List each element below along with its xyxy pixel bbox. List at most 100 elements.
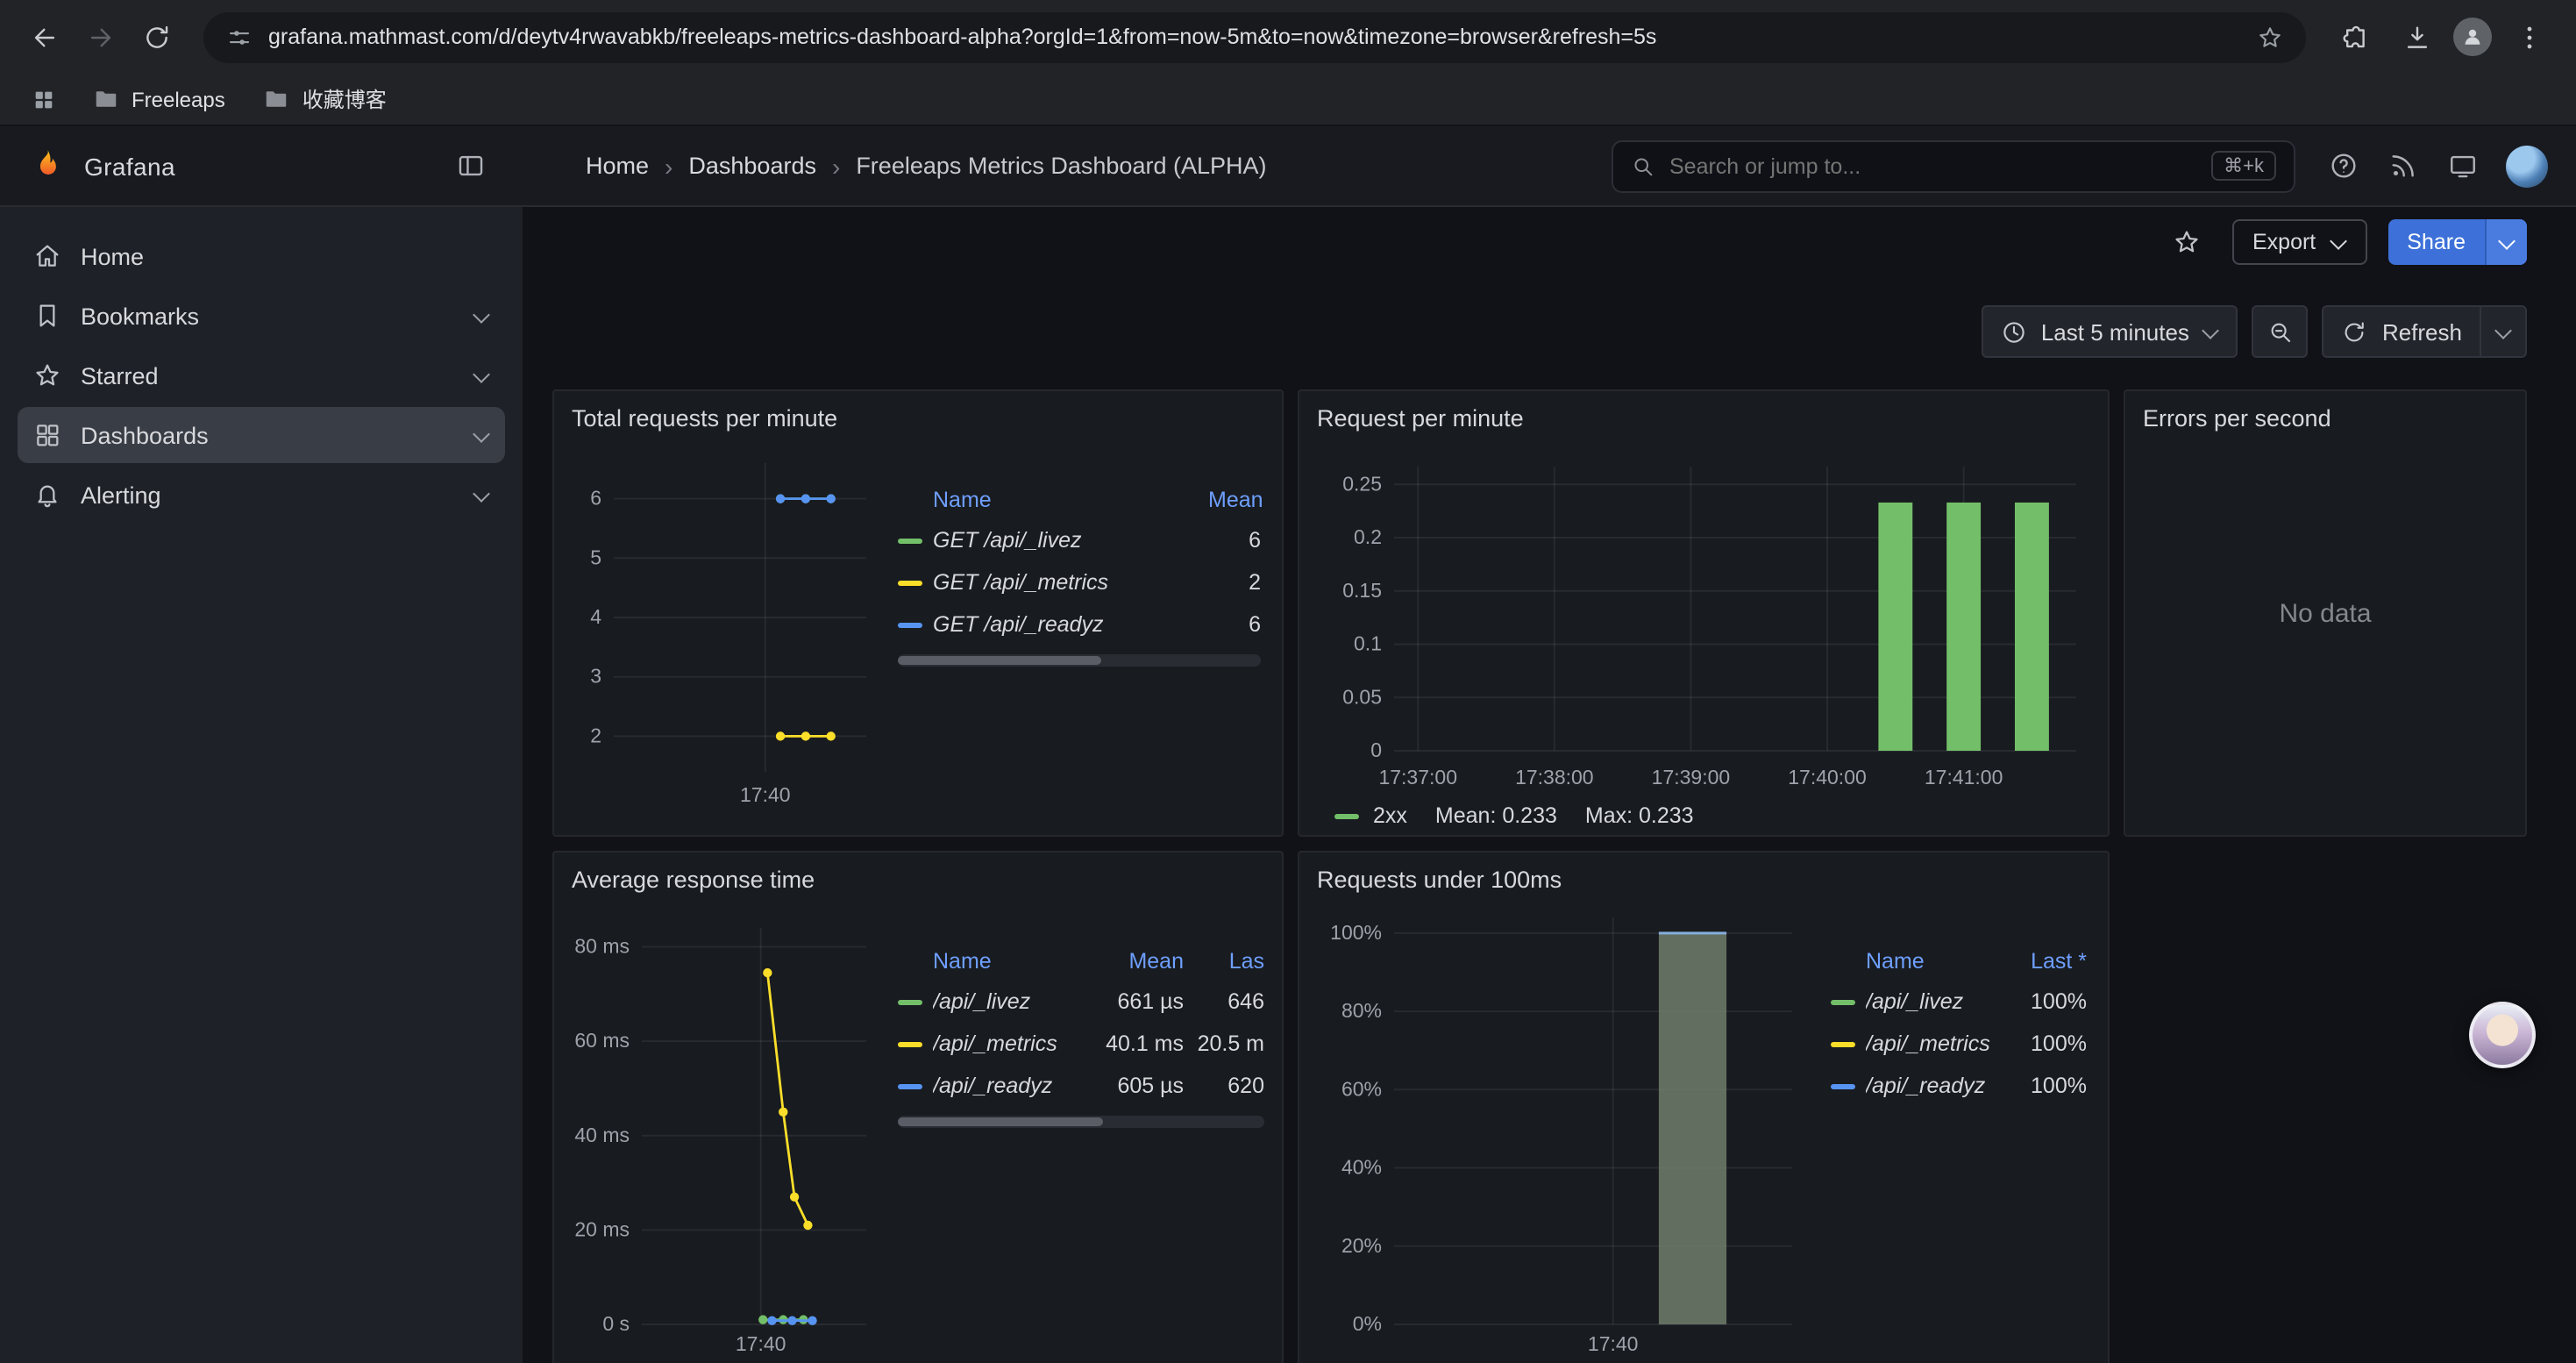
zoom-out-button[interactable] [2252, 305, 2309, 358]
scrollbar-thumb[interactable] [898, 1117, 1103, 1126]
legend-header-name[interactable]: Name [1866, 949, 1992, 974]
series-name[interactable]: GET /api/_livez [933, 528, 1198, 553]
total-requests-chart[interactable]: 6543217:40 [568, 442, 880, 810]
back-button[interactable] [18, 11, 70, 63]
forward-button[interactable] [74, 11, 126, 63]
legend-row[interactable]: /api/_metrics 100% [1831, 1023, 2087, 1065]
apps-grid-icon [32, 87, 56, 111]
svg-text:40%: 40% [1341, 1156, 1382, 1179]
breadcrumb-home[interactable]: Home [586, 153, 649, 179]
legend-row[interactable]: /api/_livez 661 µs 646 [898, 981, 1264, 1023]
svg-text:0%: 0% [1353, 1312, 1382, 1335]
series-name[interactable]: /api/_livez [1866, 989, 1992, 1014]
grafana-logo[interactable] [28, 146, 67, 185]
series-color-dash [898, 999, 922, 1004]
legend-header-last[interactable]: Las [1194, 949, 1264, 974]
news-button[interactable] [2387, 150, 2418, 182]
downloads-button[interactable] [2390, 11, 2443, 63]
sidebar-item-home[interactable]: Home [18, 228, 505, 284]
request-per-minute-chart[interactable]: 0.250.20.150.10.05017:37:0017:38:0017:39… [1313, 442, 2097, 793]
help-button[interactable] [2327, 150, 2359, 182]
browser-menu-button[interactable] [2502, 11, 2555, 63]
chevron-down-icon[interactable] [473, 368, 489, 383]
series-name[interactable]: /api/_metrics [1866, 1031, 1992, 1056]
legend-row[interactable]: GET /api/_livez 6 [898, 519, 1261, 561]
legend-row[interactable]: /api/_readyz 605 µs 620 [898, 1065, 1264, 1107]
refresh-interval-button[interactable] [2481, 305, 2527, 358]
sidebar-item-alerting[interactable]: Alerting [18, 467, 505, 523]
search-box[interactable]: ⌘+k [1612, 139, 2295, 192]
panel-title[interactable]: Requests under 100ms [1299, 853, 2108, 896]
legend-row[interactable]: /api/_livez 100% [1831, 981, 2087, 1023]
series-name[interactable]: /api/_readyz [933, 1074, 1064, 1098]
series-name[interactable]: GET /api/_metrics [933, 570, 1198, 595]
favorite-dashboard-button[interactable] [2161, 218, 2210, 267]
legend-header-name[interactable]: Name [933, 949, 1064, 974]
export-button[interactable]: Export [2231, 219, 2366, 265]
sidebar-item-bookmarks[interactable]: Bookmarks [18, 288, 505, 344]
legend-row[interactable]: GET /api/_readyz 6 [898, 603, 1261, 646]
bookmark-item[interactable]: 收藏博客 [248, 79, 402, 119]
scrollbar-thumb[interactable] [898, 656, 1101, 665]
refresh-button[interactable]: Refresh [2323, 305, 2481, 358]
panel-errors-per-second[interactable]: Errors per second No data [2124, 389, 2527, 837]
panel-average-response-time[interactable]: Average response time 80 ms60 ms40 ms20 … [552, 851, 1284, 1363]
floating-assistant-avatar[interactable] [2469, 1002, 2536, 1068]
sidebar-item-dashboards[interactable]: Dashboards [18, 407, 505, 463]
chevron-down-icon[interactable] [473, 487, 489, 503]
panel-request-per-minute[interactable]: Request per minute 0.250.20.150.10.05017… [1298, 389, 2110, 837]
legend-row[interactable]: /api/_readyz 100% [1831, 1065, 2087, 1107]
share-label[interactable]: Share [2387, 219, 2485, 265]
average-response-time-chart[interactable]: 80 ms60 ms40 ms20 ms0 s17:40 [568, 900, 880, 1359]
legend-header-name[interactable]: Name [933, 488, 992, 512]
series-name[interactable]: /api/_livez [933, 989, 1064, 1014]
series-name[interactable]: 2xx [1373, 803, 1407, 828]
svg-text:6: 6 [590, 487, 601, 510]
legend-rows: /api/_livez 100% /api/_metrics 100% [1831, 981, 2087, 1107]
legend-scrollbar[interactable] [898, 1116, 1264, 1128]
legend-header-last[interactable]: Last * [2003, 949, 2087, 974]
panel-requests-under-100ms[interactable]: Requests under 100ms 100%80%60%40%20%0%1… [1298, 851, 2110, 1363]
folder-icon [264, 86, 290, 112]
site-info-icon[interactable] [226, 24, 253, 50]
time-range-picker[interactable]: Last 5 minutes [1982, 305, 2238, 358]
panel-title[interactable]: Request per minute [1299, 391, 2108, 435]
share-menu-button[interactable] [2485, 219, 2527, 265]
sidebar-item-starred[interactable]: Starred [18, 347, 505, 403]
apps-grid-button[interactable] [21, 78, 67, 120]
series-name[interactable]: GET /api/_readyz [933, 612, 1198, 637]
app-body: Home Bookmarks Starred Dashboards Alerti… [0, 207, 2576, 1363]
url-input[interactable] [268, 25, 2241, 49]
svg-text:0.25: 0.25 [1342, 472, 1382, 495]
url-bar[interactable] [203, 11, 2306, 62]
chevron-down-icon[interactable] [473, 427, 489, 443]
series-name[interactable]: /api/_metrics [933, 1031, 1064, 1056]
breadcrumb-dashboards[interactable]: Dashboards [688, 153, 816, 179]
requests-under-100ms-chart[interactable]: 100%80%60%40%20%0%17:40 [1313, 900, 1813, 1359]
series-name[interactable]: /api/_readyz [1866, 1074, 1992, 1098]
grafana-header: Grafana Home › Dashboards › Freeleaps Me… [0, 126, 2576, 207]
kebab-menu-icon [2514, 22, 2544, 52]
panel-total-requests[interactable]: Total requests per minute 6543217:40 Nam… [552, 389, 1284, 837]
legend-header-mean[interactable]: Mean [1208, 488, 1261, 512]
chevron-down-icon[interactable] [473, 308, 489, 324]
search-input[interactable] [1669, 153, 2197, 178]
profile-button[interactable] [2453, 18, 2492, 56]
panel-title[interactable]: Average response time [554, 853, 1282, 896]
dock-panel-icon [455, 151, 485, 181]
panel-title[interactable]: Errors per second [2125, 391, 2525, 435]
extensions-button[interactable] [2327, 11, 2380, 63]
share-button[interactable]: Share [2387, 219, 2527, 265]
bookmark-item[interactable]: Freeleaps [77, 81, 241, 118]
legend-scrollbar[interactable] [898, 654, 1261, 667]
panel-title[interactable]: Total requests per minute [554, 391, 1282, 435]
reload-button[interactable] [130, 11, 182, 63]
sidebar-toggle-button[interactable] [445, 141, 495, 190]
user-avatar[interactable] [2506, 145, 2548, 187]
bookmark-star-icon[interactable] [2257, 24, 2283, 50]
legend-row[interactable]: GET /api/_metrics 2 [898, 561, 1261, 603]
svg-text:0.1: 0.1 [1354, 632, 1382, 655]
legend-header-mean[interactable]: Mean [1075, 949, 1184, 974]
display-button[interactable] [2446, 150, 2478, 182]
legend-row[interactable]: /api/_metrics 40.1 ms 20.5 m [898, 1023, 1264, 1065]
